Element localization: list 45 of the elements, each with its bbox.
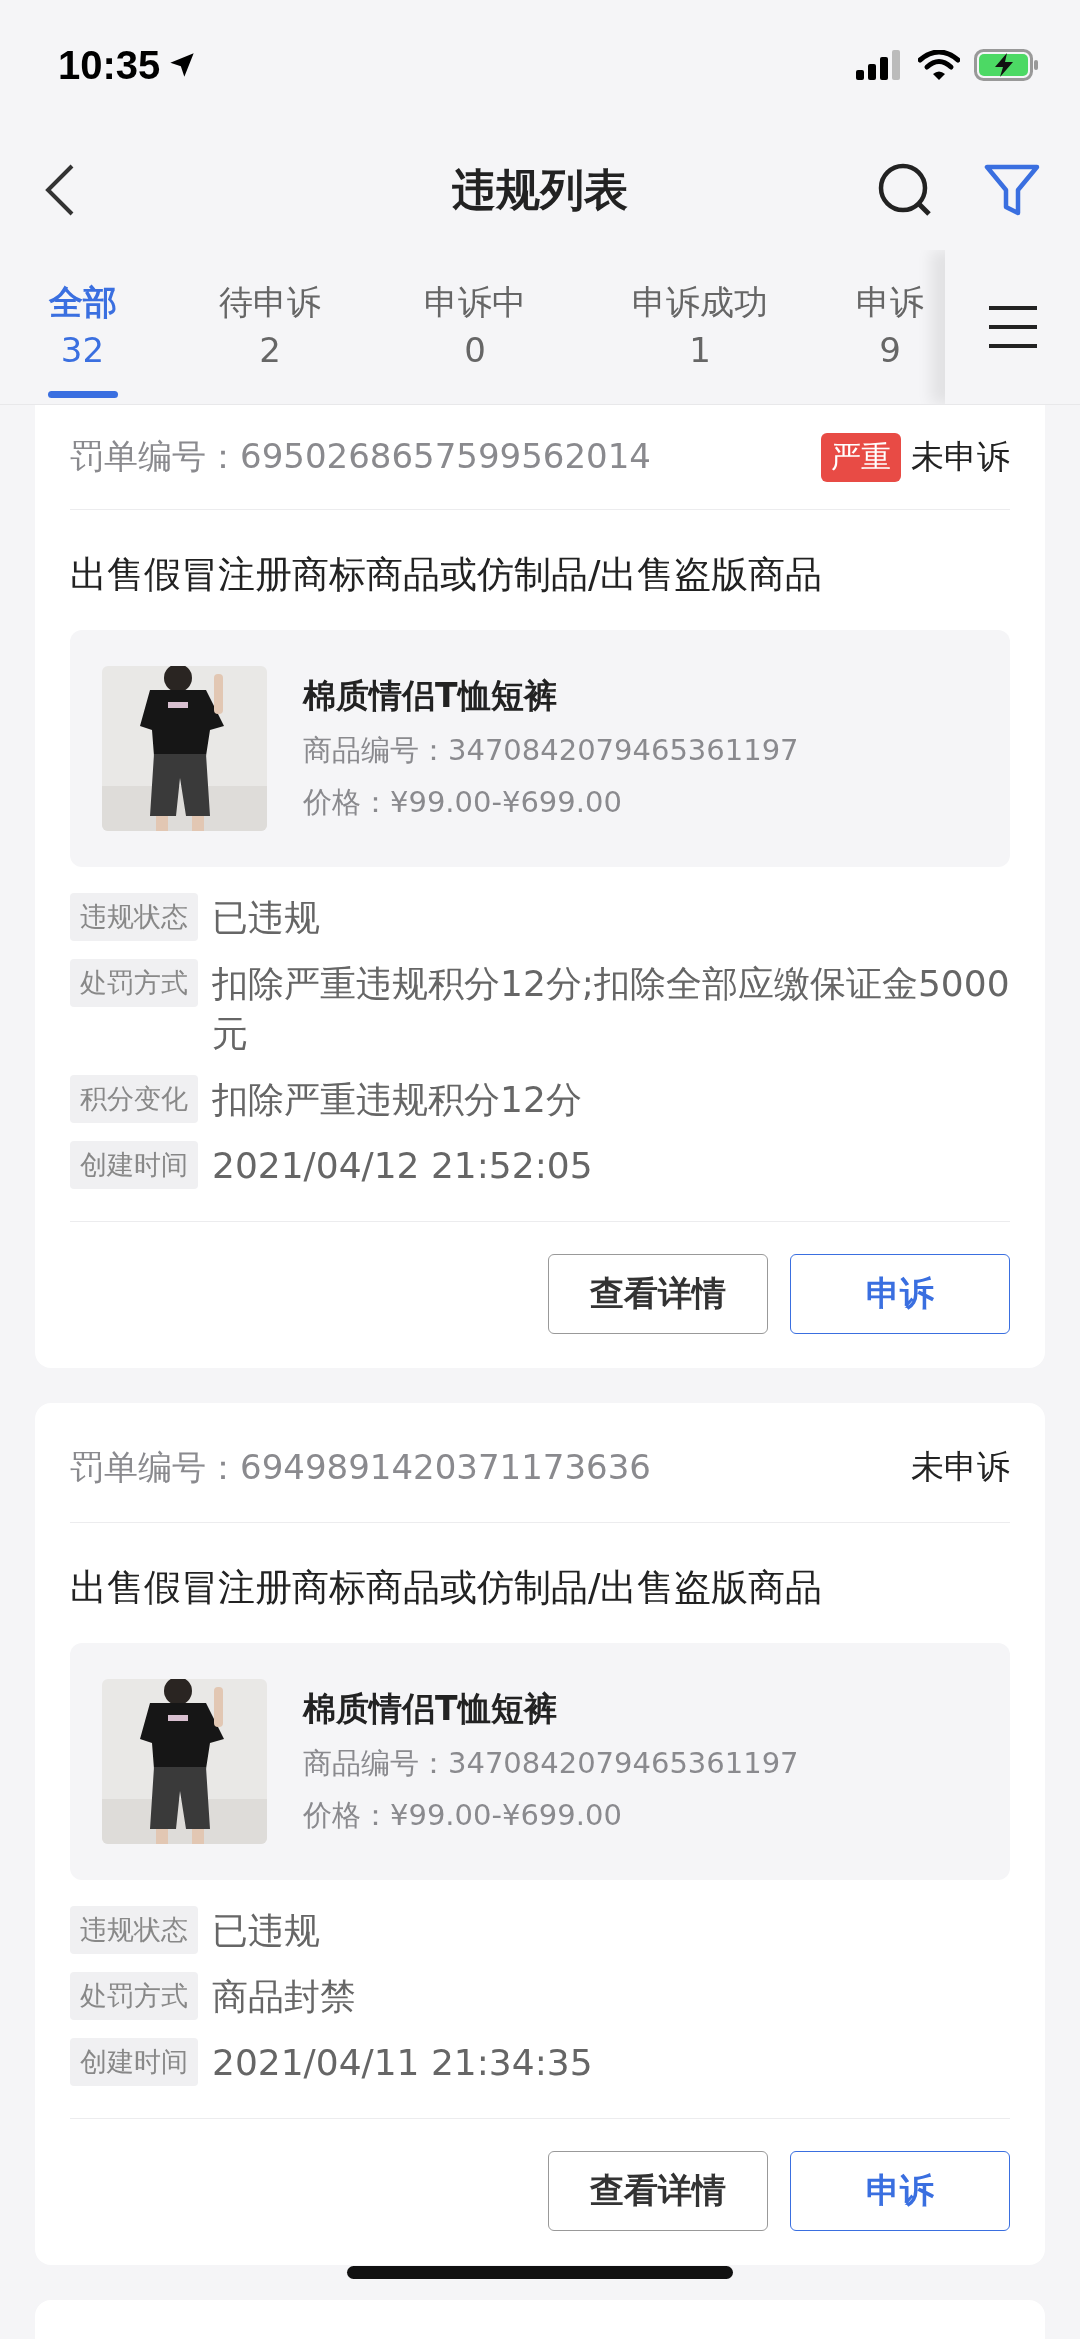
severity-tag: 严重 (821, 432, 901, 482)
status-time: 10:35 (58, 42, 161, 88)
product-panel[interactable]: 棉质情侣T恤短裤 商品编号：3470842079465361197 价格：¥99.00-¥699.00 (70, 630, 1010, 867)
appeal-status: 未申诉 (911, 1446, 1010, 1488)
detail-value: 商品封禁 (212, 1975, 356, 2019)
detail-value: 2021/04/12 21:52:05 (212, 1144, 593, 1188)
battery-charging-icon (974, 49, 1040, 81)
location-arrow-icon (168, 51, 197, 79)
detail-value: 扣除严重违规积分12分 (212, 1078, 582, 1122)
detail-label: 处罚方式 (70, 1972, 198, 2020)
appeal-status: 未申诉 (911, 435, 1010, 478)
page-title: 违规列表 (452, 162, 628, 217)
ticket-number: 罚单编号：6949891420371173636 (70, 1445, 651, 1489)
detail-label: 创建时间 (70, 1141, 198, 1189)
detail-value: 已违规 (212, 1909, 320, 1953)
ticket-number: 罚单编号：6950268657599562014 (70, 435, 651, 478)
appeal-button[interactable]: 申诉 (790, 1254, 1010, 1334)
filter-tab[interactable]: 申诉成功 1 (565, 250, 835, 404)
detail-value: 2021/04/11 21:34:35 (212, 2041, 593, 2085)
detail-label: 处罚方式 (70, 959, 198, 1007)
product-name: 棉质情侣T恤短裤 (303, 1688, 558, 1730)
violation-title: 出售假冒注册商标商品或仿制品/出售盗版商品 (70, 552, 824, 598)
detail-label: 创建时间 (70, 2038, 198, 2086)
filter-button[interactable] (984, 163, 1040, 217)
product-code: 商品编号：3470842079465361197 (303, 1745, 799, 1782)
filter-tab[interactable]: 待申诉 2 (155, 250, 385, 404)
product-code: 商品编号：3470842079465361197 (303, 732, 799, 769)
product-panel[interactable]: 棉质情侣T恤短裤 商品编号：3470842079465361197 价格：¥99.00-¥699.00 (70, 1643, 1010, 1880)
detail-label: 违规状态 (70, 893, 198, 941)
details-button[interactable]: 查看详情 (548, 1254, 768, 1334)
details-button[interactable]: 查看详情 (548, 2151, 768, 2231)
product-name: 棉质情侣T恤短裤 (303, 675, 558, 717)
filter-tab[interactable]: 申诉 9 (835, 250, 945, 404)
appeal-button[interactable]: 申诉 (790, 2151, 1010, 2231)
filter-tab[interactable]: 全部 32 (10, 250, 155, 404)
product-price: 价格：¥99.00-¥699.00 (303, 1797, 623, 1834)
detail-value: 已违规 (212, 896, 320, 940)
detail-label: 积分变化 (70, 1075, 198, 1123)
menu-icon[interactable] (986, 305, 1039, 349)
detail-label: 违规状态 (70, 1906, 198, 1954)
filter-tab[interactable]: 申诉中 0 (385, 250, 565, 404)
violation-title: 出售假冒注册商标商品或仿制品/出售盗版商品 (70, 1565, 824, 1611)
product-price: 价格：¥99.00-¥699.00 (303, 784, 623, 821)
wifi-icon (918, 50, 960, 80)
detail-value: 扣除严重违规积分12分;扣除全部应缴保证金5000元 (212, 962, 1010, 1056)
